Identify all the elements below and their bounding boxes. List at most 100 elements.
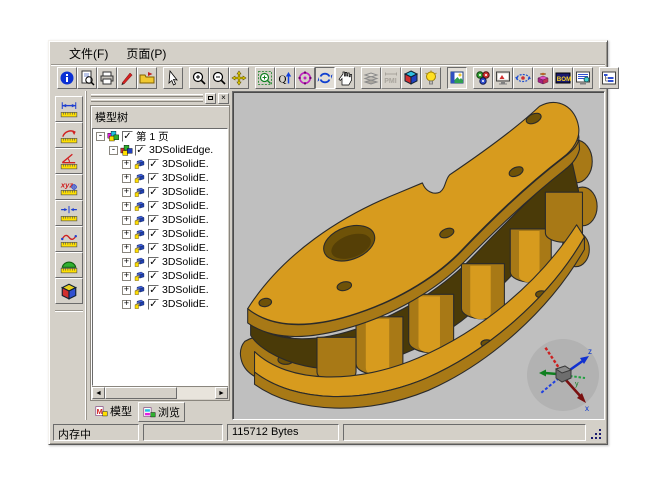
standard-views-button[interactable]: [401, 67, 421, 89]
tree-expander[interactable]: +: [122, 174, 131, 183]
measure-angle-button[interactable]: [55, 148, 83, 174]
tree-expander[interactable]: +: [122, 160, 131, 169]
scroll-right-icon[interactable]: ►: [215, 387, 228, 399]
lighting-button[interactable]: [421, 67, 441, 89]
measure-distance-button[interactable]: [55, 96, 83, 122]
tree-row[interactable]: +✓3DSolidE.: [93, 213, 227, 227]
menu-file[interactable]: 文件(F): [61, 43, 116, 64]
model-tree-toggle-button[interactable]: [599, 67, 619, 89]
measure-curve-button[interactable]: [55, 226, 83, 252]
tree-expander[interactable]: +: [122, 230, 131, 239]
tree-row[interactable]: +✓3DSolidE.: [93, 297, 227, 311]
panel-box: 模型树 -✓第 1 页-✓3DSolidEdge.+✓3DSolidE.+✓3D…: [90, 105, 230, 401]
tree-checkbox[interactable]: ✓: [148, 215, 159, 226]
layers-icon: [363, 70, 379, 86]
zoom-window-button[interactable]: [255, 67, 275, 89]
tab-model[interactable]: M 模型: [91, 402, 136, 420]
tree-row[interactable]: +✓3DSolidE.: [93, 227, 227, 241]
menu-page[interactable]: 页面(P): [118, 43, 174, 64]
tree-expander[interactable]: +: [122, 244, 131, 253]
tree-expander[interactable]: +: [122, 286, 131, 295]
tree-expander[interactable]: +: [122, 300, 131, 309]
tree-expander[interactable]: -: [96, 132, 105, 141]
tree-expander[interactable]: +: [122, 202, 131, 211]
panel-close-button[interactable]: ×: [218, 93, 229, 104]
tree-expander[interactable]: +: [122, 272, 131, 281]
rotate-button[interactable]: [315, 67, 335, 89]
tree-checkbox[interactable]: ✓: [135, 145, 146, 156]
orbit-button[interactable]: [513, 67, 533, 89]
zoom-in-button[interactable]: [189, 67, 209, 89]
assembly-button[interactable]: [473, 67, 493, 89]
tree-row[interactable]: +✓3DSolidE.: [93, 199, 227, 213]
tab-browse[interactable]: 浏览: [138, 402, 185, 422]
tree-checkbox[interactable]: ✓: [148, 201, 159, 212]
tree-checkbox[interactable]: ✓: [148, 271, 159, 282]
tree-row[interactable]: +✓3DSolidE.: [93, 171, 227, 185]
tree-hscrollbar[interactable]: ◄ ►: [92, 386, 228, 399]
markup-button[interactable]: [117, 67, 137, 89]
tree-expander[interactable]: +: [122, 188, 131, 197]
tree-row[interactable]: +✓3DSolidE.: [93, 283, 227, 297]
bom-button[interactable]: BOM: [553, 67, 573, 89]
tree-checkbox[interactable]: ✓: [148, 299, 159, 310]
print-icon: [99, 70, 115, 86]
tree-row[interactable]: +✓3DSolidE.: [93, 157, 227, 171]
layers-button[interactable]: [361, 67, 381, 89]
tree-row[interactable]: +✓3DSolidE.: [93, 255, 227, 269]
print-preview-button[interactable]: [77, 67, 97, 89]
explode-button[interactable]: [533, 67, 553, 89]
pan-hand-button[interactable]: [335, 67, 355, 89]
tree-checkbox[interactable]: ✓: [148, 257, 159, 268]
resize-grip-icon[interactable]: [590, 425, 603, 441]
pan-button[interactable]: [229, 67, 249, 89]
spin-target-button[interactable]: [295, 67, 315, 89]
tree-expander[interactable]: -: [109, 146, 118, 155]
tree-checkbox[interactable]: ✓: [148, 173, 159, 184]
report-button[interactable]: [573, 67, 593, 89]
tree-row[interactable]: -✓第 1 页: [93, 129, 227, 143]
measure-area-button[interactable]: [55, 252, 83, 278]
print-button[interactable]: [97, 67, 117, 89]
tree-checkbox[interactable]: ✓: [148, 159, 159, 170]
tree-checkbox[interactable]: ✓: [148, 229, 159, 240]
scrollbar-track[interactable]: [177, 387, 215, 399]
measure-toolbar: xyz: [51, 91, 87, 420]
tree-checkbox[interactable]: ✓: [122, 131, 133, 142]
zoom-out-button[interactable]: [209, 67, 229, 89]
measure-volume-button[interactable]: [55, 278, 83, 304]
panel-restore-button[interactable]: [205, 93, 216, 104]
tree-row[interactable]: +✓3DSolidE.: [93, 241, 227, 255]
toolbar-group: [599, 67, 619, 89]
pmi-button[interactable]: PMI: [381, 67, 401, 89]
status-panel-2: [143, 424, 223, 441]
camera-view-button[interactable]: [493, 67, 513, 89]
select-button[interactable]: [163, 67, 183, 89]
viewport[interactable]: z x y: [232, 91, 605, 420]
axis-trackball[interactable]: z x y: [525, 337, 601, 413]
measure-coordinate-button[interactable]: xyz: [55, 174, 83, 200]
select-cursor-icon: [165, 70, 181, 86]
about-button[interactable]: [57, 67, 77, 89]
tree-checkbox[interactable]: ✓: [148, 243, 159, 254]
part-icon: [133, 270, 146, 283]
measure-radius-button[interactable]: [55, 122, 83, 148]
status-panel-size: 115712 Bytes: [227, 424, 339, 441]
tree-row[interactable]: +✓3DSolidE.: [93, 185, 227, 199]
render-mode-button[interactable]: [447, 67, 467, 89]
tree-row[interactable]: +✓3DSolidE.: [93, 269, 227, 283]
panel-grip[interactable]: ×: [91, 93, 229, 103]
report-icon: [575, 70, 591, 86]
app-window: 文件(F) 页面(P) QPMIBOM xyz × 模型树 -✓第 1 页-✓3…: [48, 40, 608, 445]
dynamic-zoom-button[interactable]: Q: [275, 67, 295, 89]
tree-expander[interactable]: +: [122, 216, 131, 225]
export-button[interactable]: [137, 67, 157, 89]
axis-z-label: z: [588, 347, 592, 356]
measure-gap-button[interactable]: [55, 200, 83, 226]
scrollbar-thumb[interactable]: [105, 387, 177, 399]
tree-checkbox[interactable]: ✓: [148, 285, 159, 296]
tree-checkbox[interactable]: ✓: [148, 187, 159, 198]
scroll-left-icon[interactable]: ◄: [92, 387, 105, 399]
tree-row[interactable]: -✓3DSolidEdge.: [93, 143, 227, 157]
tree-expander[interactable]: +: [122, 258, 131, 267]
